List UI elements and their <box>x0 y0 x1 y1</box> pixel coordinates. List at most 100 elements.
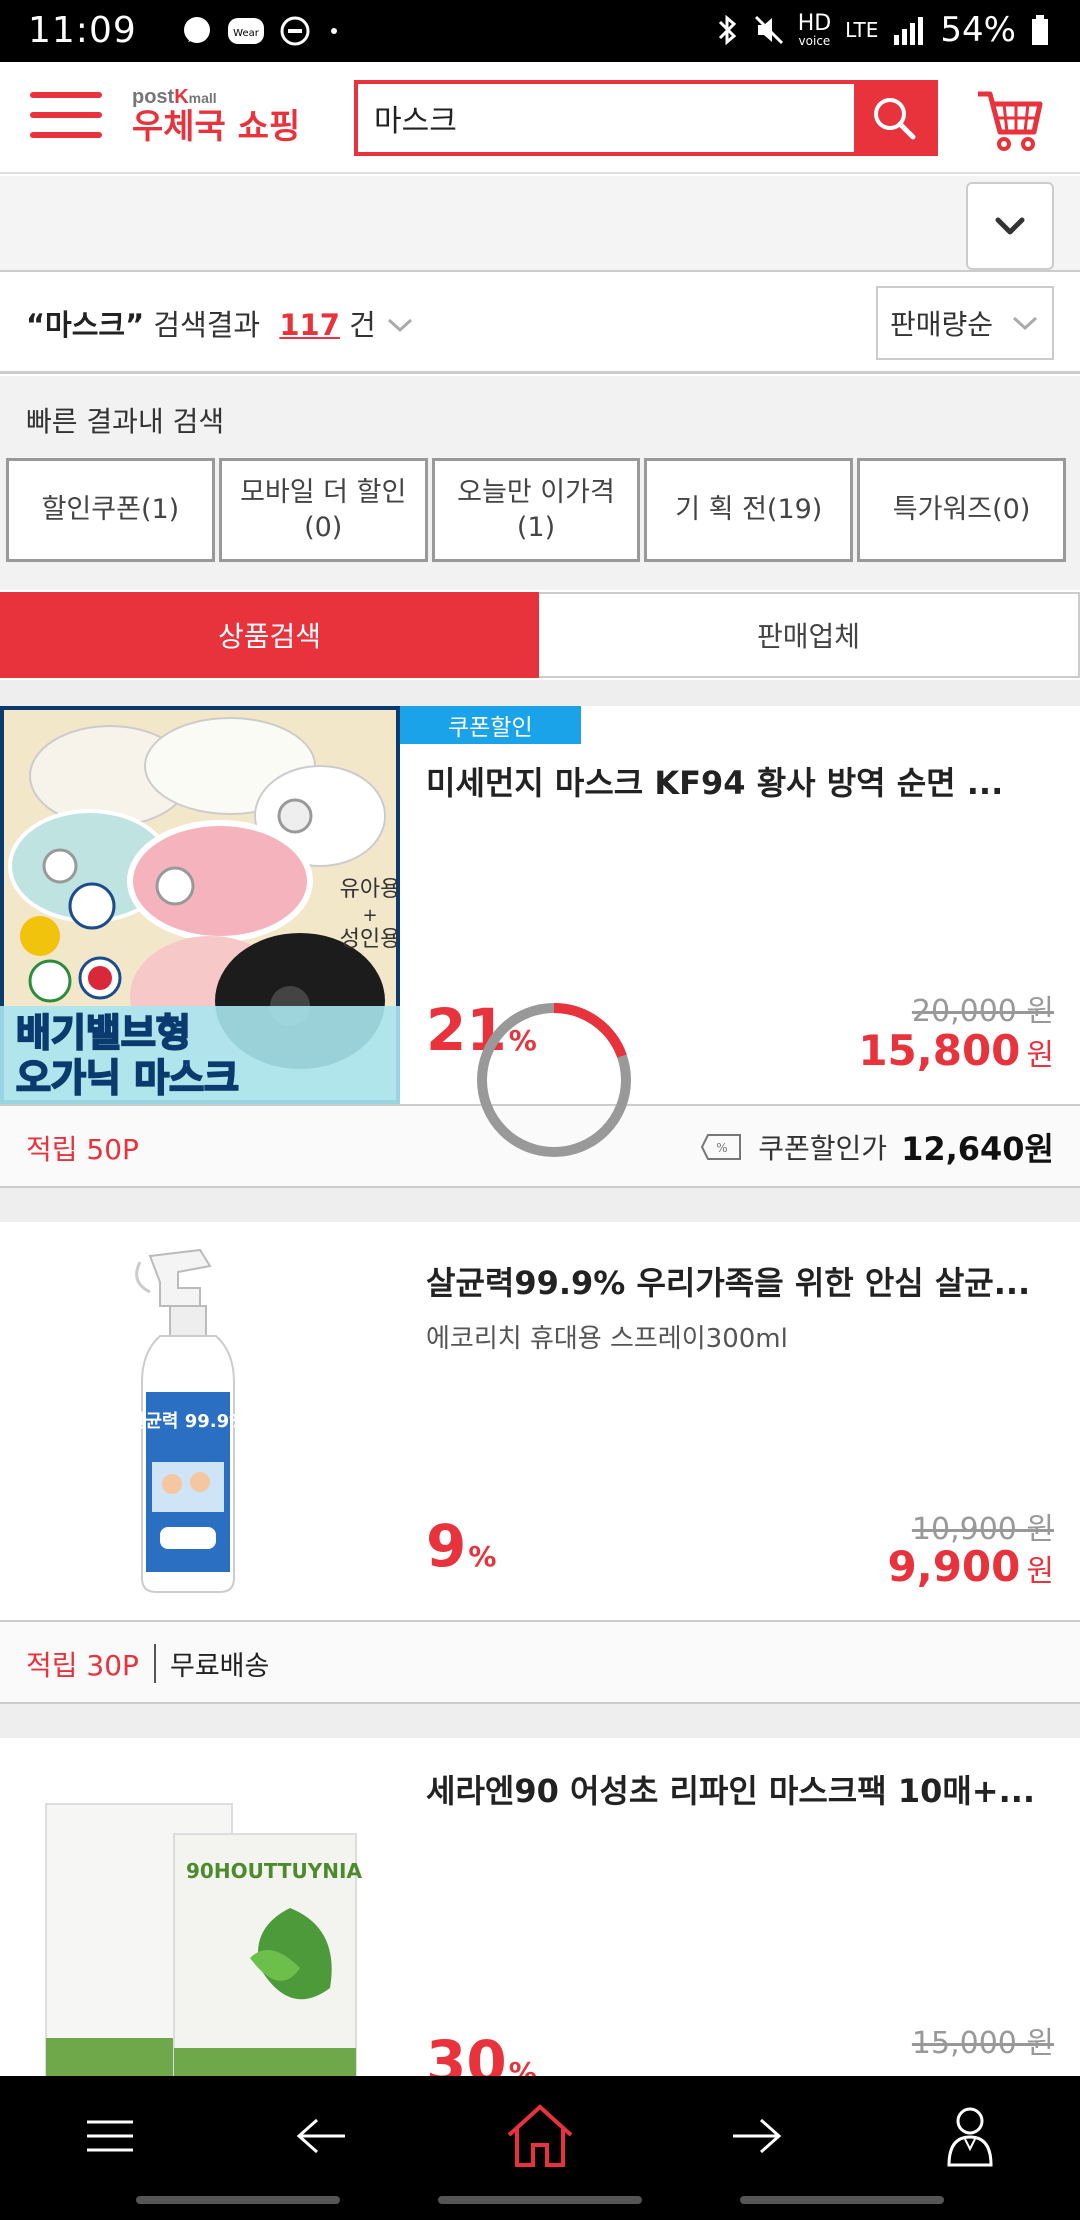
quick-filter-today[interactable]: 오늘만 이가격 (1) <box>431 458 641 562</box>
sale-price-value: 15,800 <box>858 1026 1021 1075</box>
logo[interactable]: postKmall 우체국 쇼핑 <box>132 86 300 146</box>
result-count-text[interactable]: “마스크” 검색결과 117 건 <box>26 302 415 344</box>
shipping-info: 무료배송 <box>154 1644 269 1683</box>
message-icon <box>184 17 210 43</box>
voice-label: voice <box>798 34 831 48</box>
result-summary: “마스크” 검색결과 117 건 판매량순 <box>0 274 1080 374</box>
discount-rate: 30% <box>426 2028 537 2076</box>
tab-seller[interactable]: 판매업체 <box>539 592 1080 678</box>
nav-menu-button[interactable] <box>70 2096 150 2176</box>
chevron-down-icon <box>995 217 1025 235</box>
discount-value: 9 <box>426 1512 467 1580</box>
reward-points: 적립 30P <box>26 1649 139 1682</box>
signal-icon <box>894 17 924 45</box>
lte-label: LTE <box>845 18 879 42</box>
nav-forward-button[interactable] <box>716 2096 796 2176</box>
discount-unit: % <box>468 1540 497 1573</box>
search-query: “마스크” <box>26 308 145 342</box>
status-right: HD voice LTE 54% <box>714 10 1050 50</box>
product-title[interactable]: 미세먼지 마스크 KF94 황사 방역 순면 ... <box>426 758 1056 804</box>
quick-search: 빠른 결과내 검색 할인쿠폰(1) 모바일 더 할인 (0) 오늘만 이가격 (… <box>0 376 1080 590</box>
notification-icons: Wear <box>180 14 344 48</box>
section-divider <box>0 680 1080 706</box>
reward-points: 적립 50P <box>26 1133 139 1166</box>
product-title[interactable]: 세라엔90 어성초 리파인 마스크팩 10매+... <box>426 1766 1056 1812</box>
result-count: 117 <box>279 308 340 342</box>
discount-unit: % <box>508 2056 537 2076</box>
arrow-right-icon <box>733 2118 782 2154</box>
nav-back-button[interactable] <box>282 2096 362 2176</box>
sort-select[interactable]: 판매량순 <box>876 286 1054 360</box>
tab-product-search[interactable]: 상품검색 <box>0 592 539 678</box>
cart-button[interactable] <box>974 84 1046 156</box>
sale-price-unit: 원 <box>1026 1554 1054 1589</box>
discount-rate: 9% <box>426 1512 496 1580</box>
spray-product-image: 살균력 99.9% <box>0 1222 400 1618</box>
gesture-bar <box>438 2196 642 2204</box>
dnd-icon <box>280 16 310 46</box>
discount-value: 30 <box>426 2028 507 2076</box>
chevron-down-icon <box>1012 316 1038 331</box>
logo-mall: mall <box>188 90 217 106</box>
product-image[interactable]: 살균력 99.9% <box>0 1222 400 1622</box>
product-card[interactable]: 살균력 99.9% 살균력99.9% 우리가족을 위한 안심 살균... 에코리… <box>0 1222 1080 1618</box>
section-divider <box>0 1186 1080 1222</box>
quick-search-title: 빠른 결과내 검색 <box>26 405 225 438</box>
product-title[interactable]: 살균력99.9% 우리가족을 위한 안심 살균... <box>426 1258 1056 1304</box>
result-unit: 건 <box>349 308 376 342</box>
svg-text:Wear: Wear <box>233 28 260 39</box>
image-text: 90HOUTTUYNIA <box>186 1859 362 1883</box>
maskpack-product-image: 90HOUTTUYNIA <box>0 1738 400 2076</box>
svg-text:%: % <box>717 1141 728 1155</box>
menu-line <box>30 132 102 138</box>
hd-label: HD <box>797 11 832 36</box>
product-image[interactable]: 90HOUTTUYNIA <box>0 1738 400 2076</box>
quick-filter-tabs: 할인쿠폰(1) 모바일 더 할인 (0) 오늘만 이가격 (1) 기 획 전(1… <box>6 458 1066 562</box>
search-button[interactable] <box>854 84 934 152</box>
coupon-icon: % <box>701 1134 742 1160</box>
bottom-navigation <box>0 2076 1080 2220</box>
image-text-2: 오가닉 마스크 <box>16 1056 239 1100</box>
coupon-price-label: 쿠폰할인가 <box>758 1132 888 1165</box>
status-bar: 11:09 Wear HD voice LTE 54% <box>0 0 1080 62</box>
logo-post: post <box>132 86 175 108</box>
logo-k: K <box>174 86 189 108</box>
original-price: 20,000 원 <box>911 994 1054 1029</box>
menu-button[interactable] <box>30 92 102 144</box>
user-icon <box>947 2107 993 2167</box>
nav-mypage-button[interactable] <box>930 2096 1010 2176</box>
image-side-text-3: 성인용 <box>340 927 400 952</box>
product-card[interactable]: 90HOUTTUYNIA 세라엔90 어성초 리파인 마스크팩 10매+... … <box>0 1738 1080 2076</box>
coupon-price-value: 12,640원 <box>901 1130 1054 1168</box>
original-price: 15,000 원 <box>911 2026 1054 2061</box>
sale-price-value: 9,900 <box>887 1542 1021 1591</box>
battery-percent: 54% <box>940 10 1016 50</box>
product-image[interactable]: 유아용 + 성인용 배기밸브형 오가닉 마스크 <box>0 702 404 1108</box>
battery-icon <box>1032 15 1048 45</box>
quick-filter-mobile[interactable]: 모바일 더 할인 (0) <box>218 458 428 562</box>
image-side-text-1: 유아용 <box>340 877 400 902</box>
sort-value: 판매량순 <box>890 308 994 341</box>
quick-filter-coupon[interactable]: 할인쿠폰(1) <box>6 458 215 562</box>
cart-icon <box>978 91 1043 151</box>
hd-voice: HD voice <box>797 11 832 48</box>
search-input[interactable] <box>358 84 854 152</box>
image-text: 살균력 99.9% <box>129 1411 247 1432</box>
expand-filter-button[interactable] <box>966 182 1054 270</box>
quick-filter-exhibition[interactable]: 기 획 전(19) <box>644 458 854 562</box>
app-header: postKmall 우체국 쇼핑 <box>0 62 1080 174</box>
search-icon <box>874 98 916 140</box>
mute-icon <box>754 15 783 45</box>
mask-product-image: 유아용 + 성인용 배기밸브형 오가닉 마스크 <box>0 702 404 1108</box>
coupon-price: % 쿠폰할인가 12,640원 <box>700 1124 1054 1170</box>
logo-top: postKmall <box>132 86 300 109</box>
logo-name: 우체국 쇼핑 <box>132 107 301 147</box>
menu-line <box>30 112 102 118</box>
menu-icon <box>87 2120 133 2152</box>
filter-band <box>0 176 1080 272</box>
quick-filter-special[interactable]: 특가워즈(0) <box>857 458 1066 562</box>
sale-price: 15,800 원 <box>858 1026 1054 1075</box>
home-icon <box>507 2104 573 2167</box>
nav-home-button[interactable] <box>500 2096 580 2176</box>
gesture-bar <box>740 2196 944 2204</box>
